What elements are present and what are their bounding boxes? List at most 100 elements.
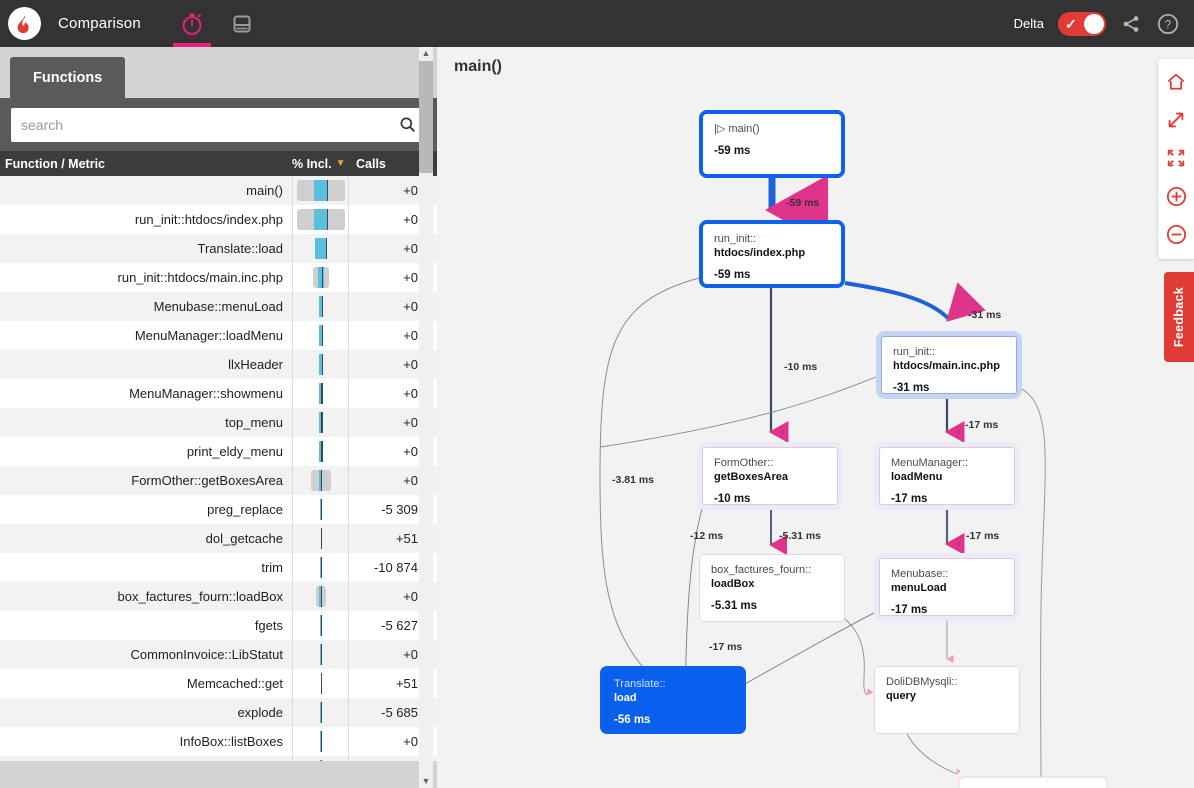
graph-node-line1: Menubase:: xyxy=(891,568,1003,582)
flame-logo-icon[interactable] xyxy=(8,7,41,40)
function-name-cell: box_factures_fourn::loadBox xyxy=(0,589,292,604)
search-bar xyxy=(0,98,437,151)
incl-bar xyxy=(319,325,323,346)
feedback-tab[interactable]: Feedback xyxy=(1164,272,1194,362)
panel-tabstrip: Functions xyxy=(0,47,437,98)
home-icon[interactable] xyxy=(1163,69,1189,95)
incl-bar xyxy=(315,238,327,259)
edge-label: -3.81 ms xyxy=(612,474,654,486)
tab-functions[interactable]: Functions xyxy=(10,57,125,98)
graph-node-menuload[interactable]: Menubase::menuLoad-17 ms xyxy=(874,553,1020,621)
caret-down-icon[interactable]: ▼ xyxy=(419,775,433,788)
toggle-knob xyxy=(1084,14,1104,34)
table-row[interactable]: InfoBox::listBoxes+0 xyxy=(0,727,437,756)
table-row[interactable]: print_eldy_menu+0 xyxy=(0,437,437,466)
table-row[interactable]: llxHeader+0 xyxy=(0,350,437,379)
chevron-down-icon: ▼ xyxy=(336,158,346,169)
table-row[interactable]: box_factures_fourn::loadBox+0 xyxy=(0,582,437,611)
panel-layout-icon[interactable] xyxy=(217,0,267,47)
graph-node-body: run_init::htdocs/index.php-59 ms xyxy=(703,224,841,284)
graph-node-index[interactable]: run_init::htdocs/index.php-59 ms xyxy=(699,220,845,288)
graph-node-value: -56 ms xyxy=(614,714,732,726)
incl-bar-baseline xyxy=(321,383,323,404)
graph-node-body: FormOther::getBoxesArea-10 ms xyxy=(702,447,838,505)
share-icon[interactable] xyxy=(1120,13,1142,35)
stopwatch-icon[interactable] xyxy=(167,0,217,47)
incl-bar xyxy=(320,731,322,752)
expand-arrows-icon[interactable] xyxy=(1163,107,1189,133)
functions-scrollbar[interactable]: ▲ ▼ xyxy=(419,47,433,788)
table-row[interactable]: run_init::htdocs/index.php+0 xyxy=(0,205,437,234)
zoom-out-icon[interactable] xyxy=(1163,221,1189,247)
incl-bar-baseline xyxy=(322,354,324,375)
incl-bar-cell xyxy=(292,205,349,234)
incl-bar-cell xyxy=(292,553,349,582)
table-row[interactable]: preg_replace-5 309 xyxy=(0,495,437,524)
incl-bar-baseline xyxy=(322,267,324,288)
table-row[interactable]: top_menu+0 xyxy=(0,408,437,437)
functions-panel: Functions Function / Metric % Incl. ▼ Ca… xyxy=(0,47,437,788)
incl-bar-cell xyxy=(292,234,349,263)
edge-label: -17 ms xyxy=(709,641,742,653)
incl-bar xyxy=(320,615,322,636)
search-input[interactable] xyxy=(11,109,388,141)
table-row[interactable]: FormOther::getBoxesArea+0 xyxy=(0,466,437,495)
table-row[interactable]: dol_getcache+51 xyxy=(0,524,437,553)
graph-node-line1: DoliDBMysqli:: xyxy=(886,676,1008,690)
incl-bar xyxy=(320,673,322,694)
graph-node-boxesarea[interactable]: FormOther::getBoxesArea-10 ms xyxy=(697,442,843,510)
table-row[interactable]: MenuManager::loadMenu+0 xyxy=(0,321,437,350)
incl-bar xyxy=(320,557,322,578)
zoom-in-icon[interactable] xyxy=(1163,183,1189,209)
table-row[interactable]: CommonInvoice::LibStatut+0 xyxy=(0,640,437,669)
function-name-cell: MenuManager::showmenu xyxy=(0,386,292,401)
function-name-cell: Menubase::menuLoad xyxy=(0,299,292,314)
graph-node-line1: run_init:: xyxy=(714,233,830,247)
graph-node-maininc[interactable]: run_init::htdocs/main.inc.php-31 ms xyxy=(876,331,1022,399)
incl-bar xyxy=(320,499,322,520)
table-row[interactable]: explode-5 685 xyxy=(0,698,437,727)
app-title: Comparison xyxy=(58,15,141,32)
incl-bar xyxy=(316,586,326,607)
graph-node-loadbox[interactable]: box_factures_fourn::loadBox-5.31 ms xyxy=(699,554,845,622)
function-name-cell: print_eldy_menu xyxy=(0,444,292,459)
column-header-incl[interactable]: % Incl. ▼ xyxy=(292,157,349,171)
incl-bar-fill xyxy=(314,180,327,201)
delta-toggle[interactable]: ✓ xyxy=(1058,12,1106,36)
call-graph-canvas[interactable]: main() xyxy=(437,47,1194,788)
incl-bar-cell xyxy=(292,495,349,524)
table-row[interactable]: fgets-5 627 xyxy=(0,611,437,640)
graph-node-value: -5.31 ms xyxy=(711,600,833,612)
edge-label: -10 ms xyxy=(784,361,817,373)
graph-node-main[interactable]: |▷ main()-59 ms xyxy=(699,110,845,178)
graph-node-translate[interactable]: Translate::load-56 ms xyxy=(600,666,746,734)
incl-bar-cell xyxy=(292,437,349,466)
help-circle-icon[interactable]: ? xyxy=(1156,12,1180,36)
incl-bar xyxy=(297,209,345,230)
edge-label: -5.31 ms xyxy=(779,530,821,542)
graph-node-line2: htdocs/main.inc.php xyxy=(893,360,1005,374)
search-box[interactable] xyxy=(11,108,426,142)
function-name-cell: trim xyxy=(0,560,292,575)
graph-node-loadmenu[interactable]: MenuManager::loadMenu-17 ms xyxy=(874,442,1020,510)
graph-node-query[interactable]: DoliDBMysqli::query xyxy=(874,666,1020,734)
graph-node-line1: box_factures_fourn:: xyxy=(711,564,833,578)
table-row[interactable]: MenuManager::showmenu+0 xyxy=(0,379,437,408)
table-row[interactable]: Translate::load+0 xyxy=(0,234,437,263)
graph-node-value: -31 ms xyxy=(893,382,1005,394)
table-row[interactable]: run_init::htdocs/main.inc.php+0 xyxy=(0,263,437,292)
table-row[interactable]: main()+0 xyxy=(0,176,437,205)
incl-bar-baseline xyxy=(321,499,323,520)
graph-node-body: |▷ main()-59 ms xyxy=(703,114,841,174)
caret-up-icon[interactable]: ▲ xyxy=(419,47,433,60)
table-row[interactable]: Menubase::menuLoad+0 xyxy=(0,292,437,321)
table-row[interactable]: left_menu+0 xyxy=(0,756,437,761)
column-header-name[interactable]: Function / Metric xyxy=(0,157,292,171)
table-row[interactable]: trim-10 874 xyxy=(0,553,437,582)
function-name-cell: preg_replace xyxy=(0,502,292,517)
table-row[interactable]: Memcached::get+51 xyxy=(0,669,437,698)
graph-node-line2: loadMenu xyxy=(891,471,1003,485)
fit-screen-icon[interactable] xyxy=(1163,145,1189,171)
incl-bar-baseline xyxy=(321,731,323,752)
scrollbar-thumb[interactable] xyxy=(419,61,433,173)
